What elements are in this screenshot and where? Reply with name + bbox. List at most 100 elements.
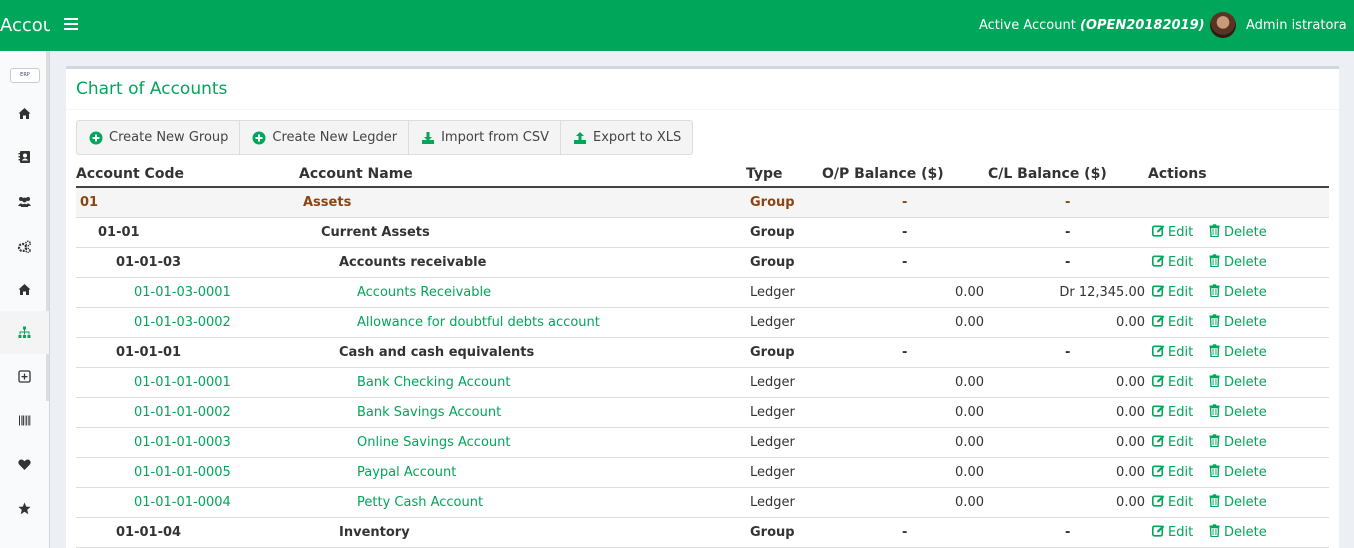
- account-name[interactable]: Bank Checking Account: [357, 368, 511, 398]
- table-row: 01-01-01-0002 Bank Savings Account Ledger 0…: [76, 398, 1329, 428]
- delete-button[interactable]: Delete: [1208, 248, 1267, 278]
- account-type: Group: [750, 345, 795, 360]
- delete-button[interactable]: Delete: [1208, 398, 1267, 428]
- edit-icon: [1152, 315, 1165, 327]
- closing-balance: 0.00: [1116, 315, 1145, 330]
- account-code[interactable]: 01-01-01-0001: [134, 368, 231, 398]
- menu-toggle-icon[interactable]: [64, 15, 78, 35]
- table-row: 01-01-01 Cash and cash equivalents Group - -…: [76, 338, 1329, 368]
- header-closing-balance[interactable]: C/L Balance ($): [988, 159, 1107, 185]
- edit-button[interactable]: Edit: [1152, 458, 1193, 488]
- account-code: 01-01-04: [116, 525, 182, 540]
- account-code[interactable]: 01-01-01-0003: [134, 428, 231, 458]
- opening-balance: 0.00: [955, 315, 984, 330]
- table-row: 01-01-01-0004 Petty Cash Account Ledger 0.0…: [76, 488, 1329, 518]
- sidebar-item-2[interactable]: [0, 135, 49, 178]
- account-name[interactable]: Accounts Receivable: [357, 278, 491, 308]
- closing-balance: 0.00: [1116, 375, 1145, 390]
- header-opening-balance[interactable]: O/P Balance ($): [822, 159, 944, 185]
- account-type: Ledger: [750, 495, 795, 510]
- account-name[interactable]: Allowance for doubtful debts account: [357, 308, 600, 338]
- closing-balance: -: [1065, 225, 1071, 240]
- edit-button[interactable]: Edit: [1152, 488, 1193, 518]
- account-code[interactable]: 01-01-01-0002: [134, 398, 231, 428]
- account-code[interactable]: 01-01-03-0001: [134, 278, 231, 308]
- account-name[interactable]: Paypal Account: [357, 458, 456, 488]
- trash-icon: [1209, 494, 1220, 508]
- delete-button[interactable]: Delete: [1208, 518, 1267, 548]
- opening-balance: -: [902, 255, 908, 270]
- account-name: Cash and cash equivalents: [339, 345, 535, 360]
- edit-button[interactable]: Edit: [1152, 398, 1193, 428]
- edit-label: Edit: [1168, 375, 1194, 390]
- sidebar-item-8[interactable]: [0, 399, 49, 442]
- user-name: Admin istratora: [1246, 18, 1347, 33]
- opening-balance: 0.00: [955, 285, 984, 300]
- edit-label: Edit: [1168, 345, 1194, 360]
- home-icon: [18, 284, 31, 295]
- delete-button[interactable]: Delete: [1208, 428, 1267, 458]
- account-code[interactable]: 01-01-01-0005: [134, 458, 231, 488]
- header-account-name[interactable]: Account Name: [299, 159, 413, 185]
- header-type[interactable]: Type: [746, 159, 783, 185]
- trash-icon: [1209, 374, 1220, 388]
- edit-button[interactable]: Edit: [1152, 248, 1193, 278]
- trash-icon: [1209, 404, 1220, 418]
- edit-icon: [1152, 225, 1165, 237]
- account-name[interactable]: Online Savings Account: [357, 428, 510, 458]
- edit-button[interactable]: Edit: [1152, 518, 1193, 548]
- edit-button[interactable]: Edit: [1152, 308, 1193, 338]
- delete-button[interactable]: Delete: [1208, 278, 1267, 308]
- create-ledger-label: Create New Legder: [272, 130, 398, 145]
- edit-button[interactable]: Edit: [1152, 428, 1193, 458]
- delete-button[interactable]: Delete: [1208, 368, 1267, 398]
- create-group-button[interactable]: Create New Group: [76, 120, 241, 155]
- import-csv-button[interactable]: Import from CSV: [408, 120, 561, 155]
- barcode-icon: [19, 415, 31, 426]
- sidebar-item-6[interactable]: [0, 311, 49, 354]
- sitemap-icon: [18, 326, 31, 338]
- table-row: 01-01-03-0001 Accounts Receivable Ledger 0.…: [76, 278, 1329, 308]
- delete-label: Delete: [1224, 405, 1267, 420]
- sidebar-item-1[interactable]: [0, 92, 49, 135]
- opening-balance: -: [902, 225, 908, 240]
- account-code[interactable]: 01-01-01-0004: [134, 488, 231, 518]
- closing-balance: -: [1065, 345, 1071, 360]
- sidebar-item-9[interactable]: [0, 443, 49, 486]
- plus-square-icon: [18, 370, 31, 383]
- edit-button[interactable]: Edit: [1152, 338, 1193, 368]
- account-name[interactable]: Petty Cash Account: [357, 488, 483, 518]
- divider: [66, 109, 1339, 110]
- account-name[interactable]: Bank Savings Account: [357, 398, 501, 428]
- edit-button[interactable]: Edit: [1152, 368, 1193, 398]
- page-title: Chart of Accounts: [76, 79, 228, 99]
- header-account-code[interactable]: Account Code: [76, 159, 184, 185]
- edit-icon: [1152, 465, 1165, 477]
- address-book-icon: [18, 151, 30, 163]
- delete-button[interactable]: Delete: [1208, 308, 1267, 338]
- delete-label: Delete: [1224, 255, 1267, 270]
- account-type: Ledger: [750, 315, 795, 330]
- toolbar: Create New Group Create New Legder Impor…: [76, 120, 694, 155]
- sidebar-item-3[interactable]: [0, 180, 49, 223]
- sidebar-item-10[interactable]: [0, 487, 49, 530]
- sidebar-item-7[interactable]: [0, 355, 49, 398]
- sidebar-item-5[interactable]: [0, 268, 49, 311]
- sidebar-item-4[interactable]: [0, 225, 49, 268]
- app-brand[interactable]: Accou: [0, 0, 50, 51]
- delete-button[interactable]: Delete: [1208, 338, 1267, 368]
- delete-button[interactable]: Delete: [1208, 218, 1267, 248]
- edit-button[interactable]: Edit: [1152, 278, 1193, 308]
- trash-icon: [1209, 224, 1220, 238]
- edit-icon: [1152, 345, 1165, 357]
- trash-icon: [1209, 254, 1220, 268]
- account-code[interactable]: 01-01-03-0002: [134, 308, 231, 338]
- trash-icon: [1209, 314, 1220, 328]
- delete-button[interactable]: Delete: [1208, 488, 1267, 518]
- opening-balance: -: [902, 525, 908, 540]
- create-ledger-button[interactable]: Create New Legder: [239, 120, 410, 155]
- account-type: Ledger: [750, 285, 795, 300]
- delete-button[interactable]: Delete: [1208, 458, 1267, 488]
- export-xls-button[interactable]: Export to XLS: [559, 120, 694, 155]
- edit-button[interactable]: Edit: [1152, 218, 1193, 248]
